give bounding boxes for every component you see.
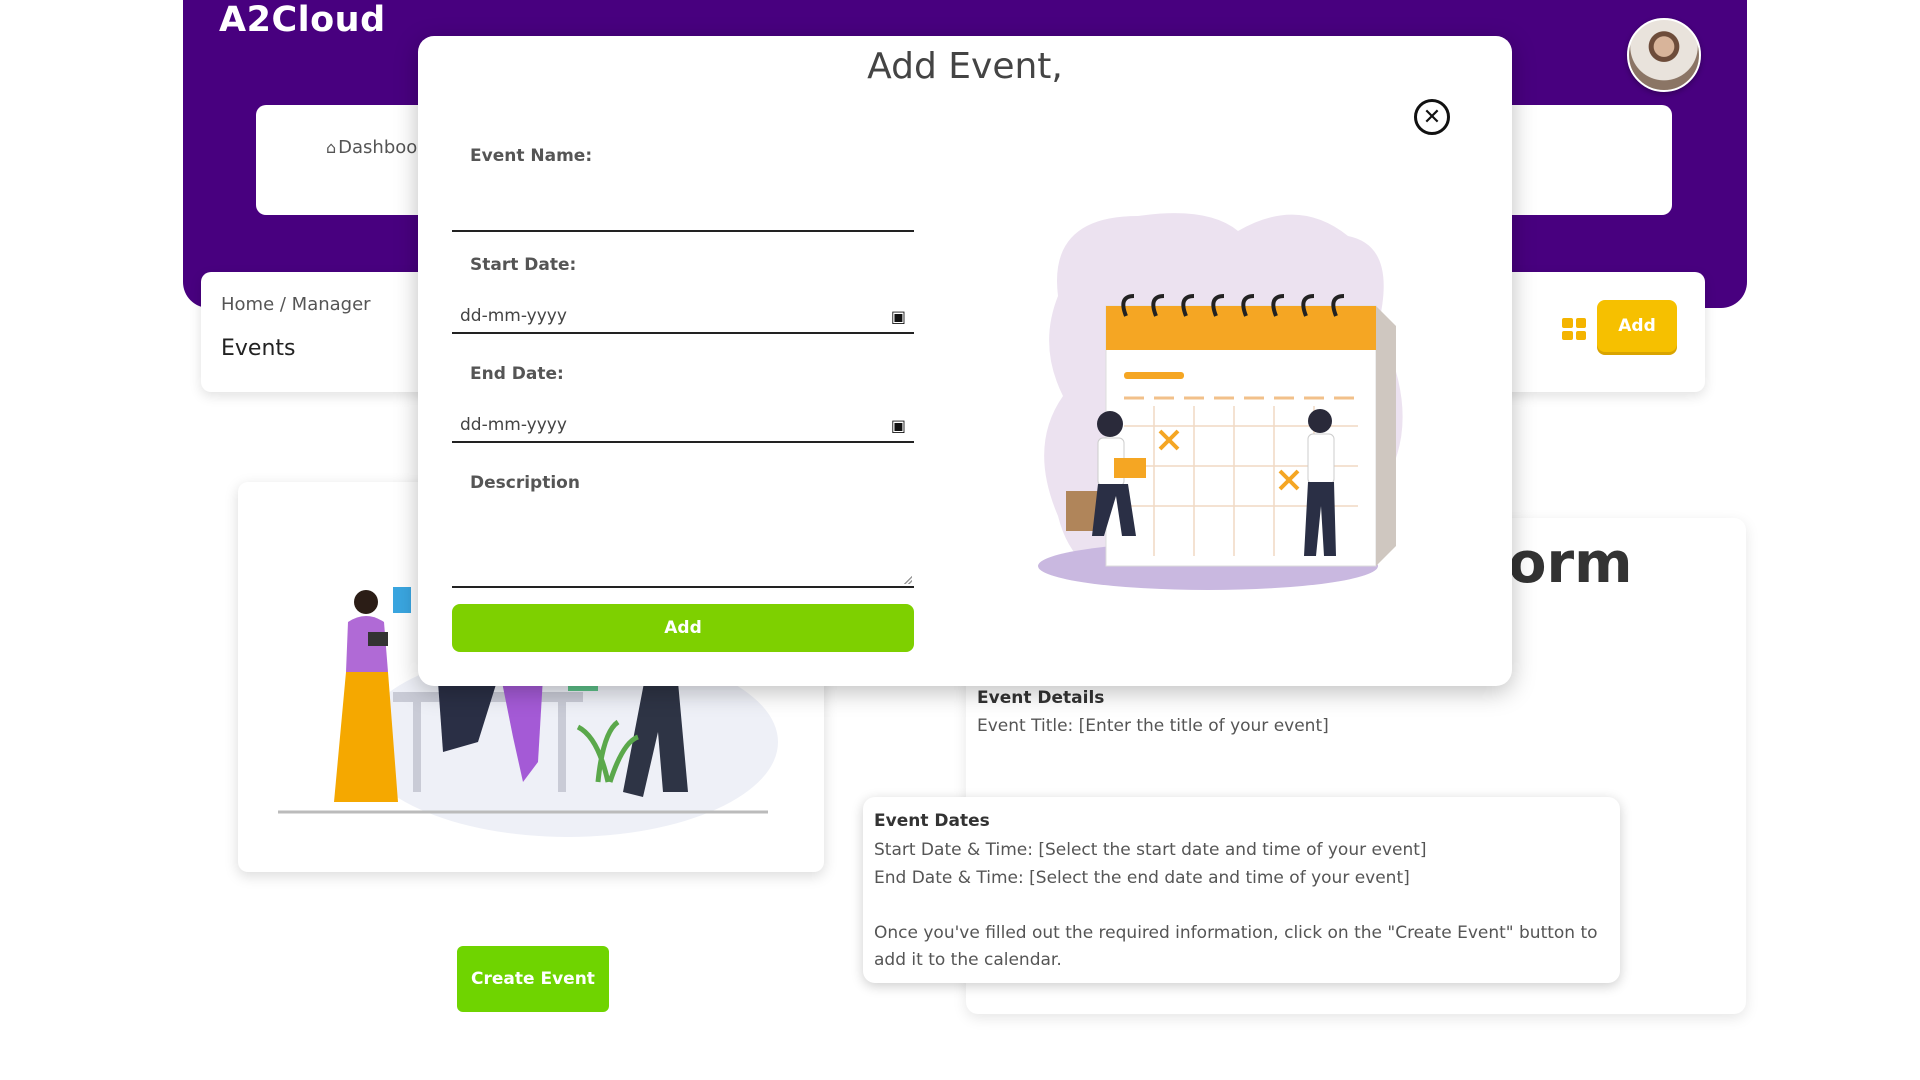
start-date-input[interactable]: dd-mm-yyyy ▣ bbox=[452, 300, 914, 334]
calendar-icon[interactable]: ▣ bbox=[891, 416, 906, 435]
event-details-title: Event Details bbox=[977, 688, 1105, 708]
dates-start-text: Start Date & Time: [Select the start dat… bbox=[874, 840, 1427, 860]
event-dates-title: Event Dates bbox=[874, 811, 990, 831]
nav-dashboard-label: Dashboo bbox=[338, 137, 418, 158]
app-brand[interactable]: A2Cloud bbox=[219, 0, 386, 40]
modal-add-button[interactable]: Add bbox=[452, 604, 914, 652]
start-date-placeholder: dd-mm-yyyy bbox=[460, 306, 567, 326]
dates-note-line-1: Once you've filled out the required info… bbox=[874, 923, 1598, 943]
add-event-modal: Add Event, ✕ Event Name: Start Date: dd-… bbox=[418, 36, 1512, 686]
page-title: Events bbox=[221, 336, 296, 361]
dates-end-text: End Date & Time: [Select the end date an… bbox=[874, 868, 1410, 888]
resize-grip-icon[interactable] bbox=[904, 576, 912, 584]
calendar-icon[interactable]: ▣ bbox=[891, 307, 906, 326]
start-date-label: Start Date: bbox=[470, 255, 577, 275]
create-event-button[interactable]: Create Event bbox=[457, 946, 609, 1012]
dates-note-line-2: add it to the calendar. bbox=[874, 950, 1062, 970]
form-heading: orm bbox=[1508, 531, 1633, 596]
end-date-placeholder: dd-mm-yyyy bbox=[460, 415, 567, 435]
breadcrumb: Home / Manager bbox=[221, 294, 371, 315]
event-name-label: Event Name: bbox=[470, 146, 593, 166]
event-name-input[interactable] bbox=[452, 196, 914, 232]
end-date-label: End Date: bbox=[470, 364, 564, 384]
event-details-text: Event Title: [Enter the title of your ev… bbox=[977, 716, 1329, 736]
modal-title: Add Event, bbox=[867, 46, 1063, 87]
close-icon[interactable]: ✕ bbox=[1414, 99, 1450, 135]
user-avatar[interactable] bbox=[1627, 18, 1701, 92]
description-label: Description bbox=[470, 473, 580, 493]
nav-dashboard[interactable]: ⌂ Dashboo bbox=[326, 137, 417, 158]
description-textarea[interactable] bbox=[452, 534, 914, 588]
add-button[interactable]: Add bbox=[1597, 300, 1677, 352]
end-date-input[interactable]: dd-mm-yyyy ▣ bbox=[452, 409, 914, 443]
home-icon: ⌂ bbox=[326, 138, 337, 157]
grid-view-icon[interactable] bbox=[1562, 318, 1586, 340]
calendar-illustration bbox=[1038, 213, 1403, 590]
